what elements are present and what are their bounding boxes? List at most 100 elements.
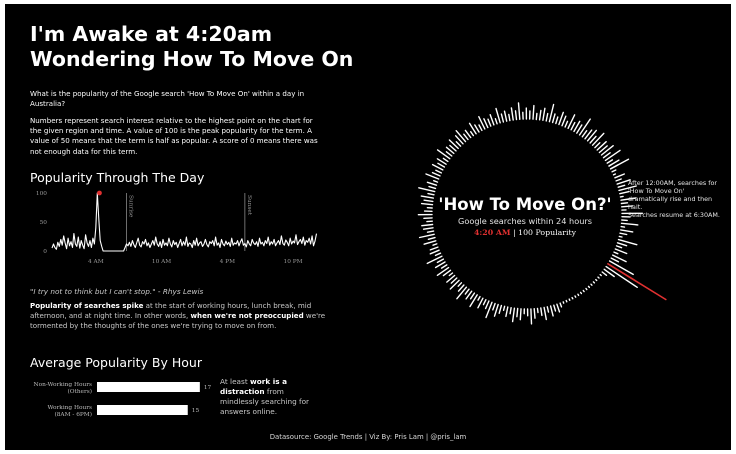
radial-spoke <box>590 283 593 286</box>
radial-spoke <box>484 300 490 310</box>
radial-spoke <box>509 307 512 315</box>
radial-spoke <box>586 129 597 142</box>
radial-spoke <box>519 308 522 321</box>
radial-spoke-peak <box>607 262 667 301</box>
radial-spoke <box>482 299 487 306</box>
radial-spoke <box>536 307 539 314</box>
radial-spoke <box>470 130 475 137</box>
radial-spoke <box>503 110 508 122</box>
radial-spoke <box>538 109 542 121</box>
radial-spoke <box>570 121 576 131</box>
radial-spoke <box>450 277 458 284</box>
annotation-line-2: Searches resume at 6:30AM. <box>628 211 720 219</box>
radial-spoke <box>437 162 446 168</box>
radial-spoke <box>574 295 577 298</box>
radial-spoke <box>568 298 571 301</box>
radial-spoke <box>602 152 611 159</box>
radial-spoke <box>428 185 437 190</box>
radial-separator: | <box>510 228 519 237</box>
radial-spoke <box>440 264 448 269</box>
radial-spoke <box>597 276 600 279</box>
radial-spoke <box>545 112 549 122</box>
radial-spoke <box>530 308 533 325</box>
radial-spoke <box>613 251 619 255</box>
radial-spoke <box>455 129 467 143</box>
radial-spoke <box>449 279 460 290</box>
radial-spoke <box>577 293 580 297</box>
radial-spoke <box>429 249 440 255</box>
radial-spoke <box>587 285 591 289</box>
radial-spoke <box>556 303 561 313</box>
radial-spoke <box>549 305 554 317</box>
radial-spoke <box>489 113 495 126</box>
radial-spoke <box>500 113 505 123</box>
annotation-line-1: After 12:00AM, searches for 'How To Move… <box>628 179 718 211</box>
radial-spoke <box>423 240 437 245</box>
radial-spoke <box>510 107 514 121</box>
radial-spoke <box>543 306 547 321</box>
radial-spoke <box>582 289 585 293</box>
radial-spoke <box>555 116 559 125</box>
radial-spoke <box>617 184 626 188</box>
radial-spoke <box>542 107 546 122</box>
radial-spoke <box>561 115 567 127</box>
radial-spoke <box>585 287 588 291</box>
radial-spoke <box>426 181 438 186</box>
radial-spoke <box>436 266 450 276</box>
radial-peak-label: 4:20 AM | 100 Popularity <box>425 228 625 237</box>
radial-spoke <box>492 302 496 311</box>
radial-spoke <box>516 307 519 318</box>
radial-spoke <box>469 294 478 308</box>
radial-spoke <box>612 173 617 176</box>
radial-spoke <box>432 243 438 246</box>
radial-spoke <box>442 157 449 163</box>
radial-spoke <box>600 144 614 156</box>
radial-spoke <box>429 246 439 251</box>
radial-spoke <box>427 236 436 241</box>
radial-spoke <box>457 282 463 287</box>
radial-spoke <box>435 169 442 174</box>
radial-spoke <box>581 129 588 138</box>
radial-spoke <box>477 295 481 301</box>
radial-spoke <box>615 245 623 249</box>
radial-spoke <box>433 179 439 183</box>
radial-subtitle: Google searches within 24 hours <box>457 216 593 226</box>
radial-spoke <box>505 306 509 318</box>
radial-spoke <box>498 304 503 314</box>
radial-spoke <box>551 113 556 124</box>
radial-spoke <box>610 257 620 263</box>
radial-spoke <box>594 142 601 149</box>
radial-spoke <box>592 281 596 284</box>
radial-spoke <box>601 271 608 276</box>
radial-annotation: After 12:00AM, searches for 'How To Move… <box>628 179 726 219</box>
radial-spoke <box>571 296 574 300</box>
radial-spoke <box>487 118 492 127</box>
radial-spoke <box>474 124 480 133</box>
radial-spoke <box>611 169 617 173</box>
radial-spoke <box>436 149 451 160</box>
radial-spoke <box>533 308 536 319</box>
radial-spoke <box>448 272 454 277</box>
radial-spoke <box>418 187 436 193</box>
radial-spoke <box>483 118 489 129</box>
dashboard: I'm Awake at 4:20am Wondering How To Mov… <box>5 4 731 450</box>
radial-spoke <box>535 112 538 121</box>
radial-spoke <box>455 140 462 147</box>
radial-spoke <box>614 173 625 179</box>
radial-spoke <box>431 171 441 177</box>
radial-spoke <box>478 124 483 132</box>
footer: Datasource: Google Trends | Viz By: Pris… <box>269 433 467 441</box>
radial-spoke <box>553 304 557 312</box>
radial-spoke <box>494 117 498 125</box>
radial-title: 'How To Move On?' <box>438 195 612 214</box>
radial-spoke <box>517 102 521 121</box>
radial-spoke <box>464 288 470 295</box>
radial-chart <box>417 102 667 325</box>
radial-spoke <box>436 258 445 264</box>
radial-spoke <box>532 104 535 120</box>
radial-spoke <box>559 302 563 308</box>
radial-spoke <box>508 113 511 122</box>
radial-spoke <box>615 178 622 182</box>
radial-spoke <box>445 151 453 157</box>
radial-spoke <box>562 301 565 304</box>
